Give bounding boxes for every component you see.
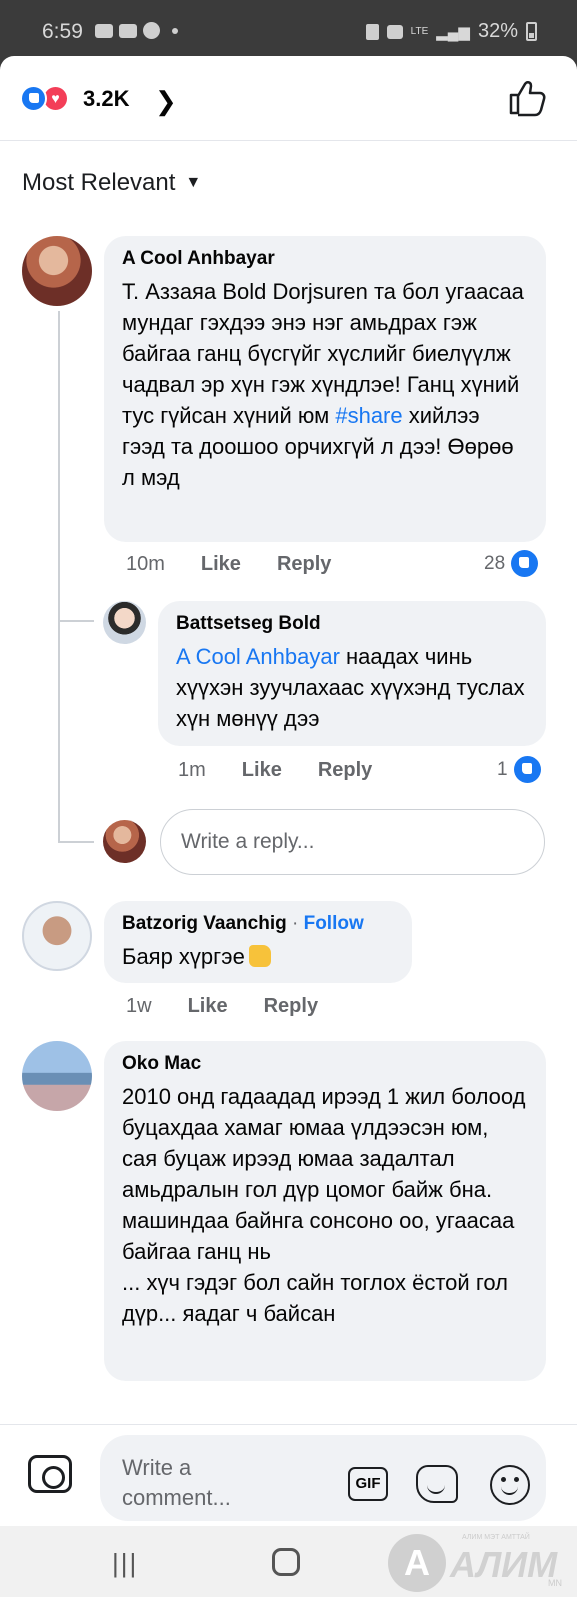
- reply-button[interactable]: Reply: [318, 759, 372, 782]
- reply-author[interactable]: Battsetseg Bold: [176, 613, 528, 635]
- status-notification-icons: [95, 22, 178, 39]
- reply-bubble: Battsetseg Bold A Cool Anhbayar наадах ч…: [158, 601, 546, 746]
- status-bar: 6:59 LTE ▂▄▆ 32%: [0, 0, 577, 58]
- comment-text: Т. Аззаяа Bold Dorjsuren та бол угаасаа …: [122, 276, 528, 493]
- watermark-suffix: MN: [548, 1578, 562, 1588]
- gif-icon[interactable]: GIF: [348, 1467, 388, 1501]
- avatar[interactable]: [22, 901, 92, 971]
- reactions-count[interactable]: 3.2K: [83, 86, 129, 112]
- like-button[interactable]: Like: [188, 995, 228, 1018]
- navigation-bar: ||| А АЛИМ МЭТ АМТТАЙ АЛИМ MN: [0, 1526, 577, 1597]
- follow-button[interactable]: Follow: [304, 913, 364, 934]
- comment-bubble: A Cool Anhbayar Т. Аззаяа Bold Dorjsuren…: [104, 236, 546, 542]
- reply-button[interactable]: Reply: [264, 995, 318, 1018]
- status-time: 6:59: [42, 20, 83, 43]
- home-icon[interactable]: [272, 1548, 300, 1576]
- like-outline-icon[interactable]: [507, 78, 547, 118]
- recent-apps-icon[interactable]: |||: [112, 1548, 138, 1579]
- sort-dropdown[interactable]: Most Relevant ▼: [22, 169, 201, 197]
- watermark-text: АЛИМ: [450, 1544, 558, 1585]
- thumbs-up-emoji-icon: [248, 945, 271, 967]
- chevron-down-icon: ▼: [185, 174, 202, 191]
- watermark-tagline: АЛИМ МЭТ АМТТАЙ: [462, 1534, 530, 1541]
- signal-icon: ▂▄▆: [436, 23, 470, 41]
- reply-actions: 1m Like Reply: [178, 759, 372, 782]
- reaction-count: 28: [484, 552, 506, 574]
- sticker-icon[interactable]: [416, 1465, 458, 1503]
- reply-reactions[interactable]: 1: [497, 756, 541, 783]
- avatar[interactable]: [22, 236, 92, 306]
- like-reaction-icon: [511, 550, 539, 577]
- battery-icon: [526, 22, 537, 41]
- avatar: [103, 820, 146, 863]
- thread-branch: [58, 841, 94, 843]
- reactions-bar[interactable]: ♥ 3.2K ❯: [0, 56, 577, 141]
- reply-button[interactable]: Reply: [277, 553, 331, 576]
- comment-bubble: Oko Mac 2010 онд гадаадад ирээд 1 жил бо…: [104, 1041, 546, 1381]
- chevron-right-icon[interactable]: ❯: [155, 86, 177, 117]
- network-type: LTE: [410, 26, 429, 37]
- notification-dot-icon: [172, 27, 178, 34]
- comment-bubble: Batzorig Vaanchig · Follow Баяр хүргэе: [104, 901, 412, 983]
- separator: ·: [291, 913, 299, 934]
- comment-input[interactable]: Write a comment... GIF: [100, 1435, 546, 1521]
- comment-actions: 10m Like Reply: [126, 553, 331, 576]
- comment-reactions[interactable]: 28: [484, 550, 539, 577]
- reaction-count: 1: [497, 758, 508, 780]
- hashtag-link[interactable]: #share: [335, 403, 402, 428]
- reply-text: A Cool Anhbayar наадах чинь хүүхэн зуучл…: [176, 641, 528, 734]
- avatar[interactable]: [103, 601, 146, 644]
- like-button[interactable]: Like: [242, 759, 282, 782]
- comment-author-line: Batzorig Vaanchig · Follow: [122, 913, 394, 935]
- battery-percent: 32%: [477, 20, 518, 42]
- reply-input[interactable]: Write a reply...: [160, 809, 545, 875]
- gmail-icon: [119, 23, 137, 38]
- comment-text: Баяр хүргэе: [122, 941, 394, 972]
- sort-label: Most Relevant: [22, 169, 176, 196]
- comment-author[interactable]: Oko Mac: [122, 1053, 528, 1075]
- comment-text: 2010 онд гадаадад ирээд 1 жил болоод буц…: [122, 1084, 526, 1326]
- video-icon: [95, 23, 113, 38]
- watermark-logo: А АЛИМ МЭТ АМТТАЙ АЛИМ MN: [388, 1528, 574, 1594]
- emoji-icon[interactable]: [490, 1465, 530, 1505]
- thread-line: [58, 311, 60, 841]
- status-system-icons: LTE ▂▄▆ 32%: [365, 20, 537, 43]
- comment-time[interactable]: 10m: [126, 553, 165, 576]
- comment-author[interactable]: Batzorig Vaanchig: [122, 913, 287, 934]
- like-reaction-icon: [513, 756, 541, 783]
- reply-time[interactable]: 1m: [178, 759, 206, 782]
- comment-text-part: Баяр хүргэе: [122, 944, 245, 969]
- lock-icon: [365, 23, 379, 40]
- comment-time[interactable]: 1w: [126, 995, 152, 1018]
- comments-panel: ♥ 3.2K ❯ Most Relevant ▼ A Cool Anhbayar …: [0, 56, 577, 1526]
- comment-placeholder: Write a comment...: [122, 1455, 231, 1510]
- like-button[interactable]: Like: [201, 553, 241, 576]
- comment-author[interactable]: A Cool Anhbayar: [122, 248, 528, 270]
- thread-branch: [58, 620, 94, 622]
- mute-icon: [386, 24, 403, 39]
- comment-composer: Write a comment... GIF: [0, 1424, 577, 1524]
- camera-icon[interactable]: [28, 1455, 72, 1493]
- watermark-circle: А: [388, 1534, 446, 1592]
- avatar[interactable]: [22, 1041, 92, 1111]
- messenger-icon: [143, 22, 160, 39]
- like-reaction-icon: [20, 85, 47, 112]
- mention-link[interactable]: A Cool Anhbayar: [176, 644, 340, 669]
- comment-actions: 1w Like Reply: [126, 995, 318, 1018]
